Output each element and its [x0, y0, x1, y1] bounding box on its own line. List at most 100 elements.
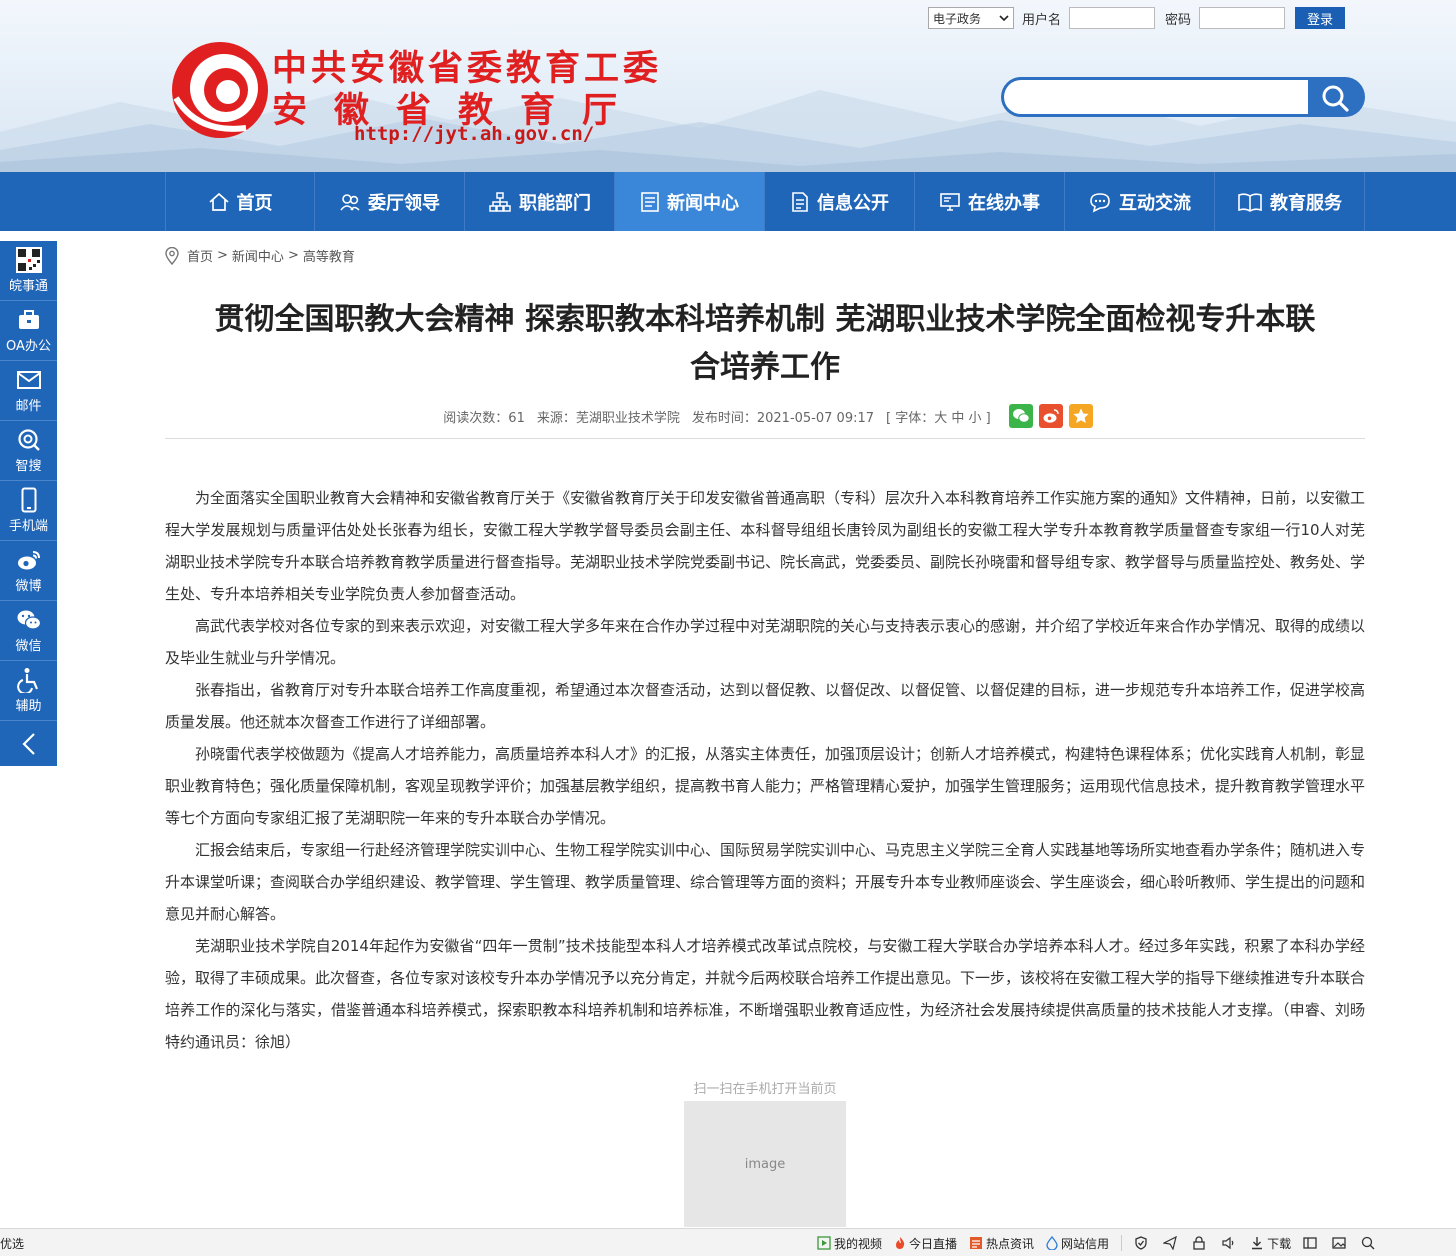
breadcrumb-news-center[interactable]: 新闻中心	[232, 246, 284, 265]
image-icon	[1332, 1237, 1346, 1249]
chevron-left-icon	[21, 732, 35, 755]
video-icon	[817, 1236, 831, 1250]
sidebar-item-weibo[interactable]: 微博	[0, 541, 57, 601]
wechat-icon	[16, 607, 42, 633]
search-icon[interactable]	[1320, 83, 1350, 113]
nav-item-interaction[interactable]: 互动交流	[1065, 172, 1215, 231]
zoom-icon	[1361, 1236, 1375, 1250]
book-icon	[1238, 192, 1262, 212]
sidebar-item-smart-search[interactable]: 智搜	[0, 421, 57, 481]
main-nav: 首页 委厅领导 职能部门 新闻中心 信息公开 在线办事 互动交流 教育服务	[0, 172, 1456, 231]
login-button[interactable]: 登录	[1295, 7, 1346, 29]
status-download[interactable]: 下载	[1250, 1235, 1291, 1252]
location-pin-icon	[165, 246, 179, 265]
password-label: 密码	[1165, 12, 1192, 28]
site-search	[1001, 77, 1365, 117]
nav-item-online-services[interactable]: 在线办事	[915, 172, 1065, 231]
download-icon	[1252, 1237, 1263, 1250]
status-layout[interactable]	[1303, 1236, 1320, 1250]
status-browser-tool[interactable]	[1163, 1236, 1180, 1250]
status-my-videos[interactable]: 我的视频	[817, 1235, 882, 1252]
leaders-icon	[340, 193, 360, 211]
article-title: 贯彻全国职教大会精神 探索职教本科培养机制 芜湖职业技术学院全面检视专升本联 合…	[214, 302, 1316, 385]
monitor-icon	[940, 192, 960, 211]
status-hot-news[interactable]: 热点资讯	[969, 1235, 1034, 1252]
sidebar-item-mobile[interactable]: 手机端	[0, 481, 57, 541]
article-paragraph: 汇报会结束后，专家组一行赴经济管理学院实训中心、生物工程学院实训中心、国际贸易学…	[165, 841, 1366, 923]
logo-emblem-icon	[172, 42, 268, 138]
layout-icon	[1303, 1237, 1317, 1249]
article-body: 为全面落实全国职业教育大会精神和安徽省教育厅关于《安徽省教育厅关于印发安徽省普通…	[165, 482, 1365, 1058]
title-divider	[165, 438, 1365, 439]
share-wechat-icon[interactable]	[1008, 404, 1033, 428]
news-icon	[641, 191, 659, 212]
password-input[interactable]	[1199, 7, 1286, 29]
flame-icon	[896, 1237, 905, 1249]
paper-plane-icon	[1163, 1236, 1177, 1250]
site-header: 中共安徽省委教育工委 安徽省教育厅 http://jyt.ah.gov.cn/ …	[0, 0, 1456, 172]
document-icon	[792, 191, 808, 212]
publish-time: 发布时间：2021-05-07 09:17	[691, 410, 875, 426]
smart-search-icon	[17, 427, 41, 453]
chat-icon	[1090, 192, 1110, 212]
status-gallery[interactable]	[1332, 1236, 1349, 1250]
username-label: 用户名	[1022, 12, 1062, 28]
breadcrumb-higher-education[interactable]: 高等教育	[303, 246, 355, 265]
page-qr-code: image	[684, 1101, 846, 1227]
article-paragraph: 芜湖职业技术学院自2014年起作为安徽省“四年一贯制”技术技能型本科人才培养模式…	[165, 937, 1366, 1051]
font-size-controls[interactable]: [ 字体：大 中 小 ]	[886, 407, 991, 426]
nav-item-education-services[interactable]: 教育服务	[1215, 172, 1365, 231]
share-favorite-icon[interactable]	[1068, 404, 1093, 428]
chevron-down-icon	[999, 15, 1009, 22]
status-site-credit[interactable]: 网站信用	[1046, 1235, 1109, 1252]
sidebar-item-oa[interactable]: OA办公	[0, 301, 57, 361]
username-input[interactable]	[1069, 7, 1156, 29]
org-chart-icon	[489, 191, 511, 212]
search-input[interactable]	[1004, 80, 1308, 114]
briefcase-icon	[17, 307, 41, 333]
sidebar-item-wanshitong[interactable]: 皖事通	[0, 241, 57, 301]
qr-code-icon	[15, 247, 42, 273]
nav-item-home[interactable]: 首页	[165, 172, 315, 231]
qr-caption: 扫一扫在手机打开当前页	[693, 1082, 837, 1097]
drop-icon	[1046, 1236, 1058, 1250]
shield-icon	[1135, 1236, 1147, 1250]
share-weibo-icon[interactable]	[1038, 404, 1063, 428]
article-paragraph: 张春指出，省教育厅对专升本联合培养工作高度重视，希望通过本次督查活动，达到以督促…	[165, 681, 1366, 731]
nav-item-departments[interactable]: 职能部门	[465, 172, 615, 231]
sidebar-item-accessibility[interactable]: 辅助	[0, 661, 57, 721]
status-live[interactable]: 今日直播	[894, 1235, 957, 1252]
status-lock[interactable]	[1192, 1236, 1209, 1250]
speaker-icon	[1222, 1236, 1234, 1250]
floating-sidebar: 皖事通 OA办公 邮件 智搜 手机端 微博 微信 辅助	[0, 241, 57, 766]
article-source: 来源：芜湖职业技术学院	[536, 410, 680, 426]
article-paragraph: 为全面落实全国职业教育大会精神和安徽省教育厅关于《安徽省教育厅关于印发安徽省普通…	[165, 489, 1366, 603]
breadcrumb-home[interactable]: 首页	[187, 246, 213, 265]
browser-status-bar: 优选 我的视频 今日直播 热点资讯 网站信用 下载	[0, 1228, 1456, 1256]
status-zoom[interactable]	[1361, 1236, 1378, 1250]
share-buttons	[1003, 404, 1093, 428]
article-paragraph: 孙晓雷代表学校做题为《提高人才培养能力，高质量培养本科人才》的汇报，从落实主体责…	[165, 745, 1366, 827]
sidebar-item-wechat[interactable]: 微信	[0, 601, 57, 661]
home-icon	[208, 192, 229, 211]
nav-item-news[interactable]: 新闻中心	[615, 172, 765, 231]
site-url: http://jyt.ah.gov.cn/	[354, 123, 595, 145]
sidebar-collapse-button[interactable]	[0, 721, 57, 766]
mail-icon	[16, 367, 41, 393]
read-count: 阅读次数：61	[443, 410, 525, 426]
breadcrumb: 首页 > 新闻中心 > 高等教育	[165, 246, 355, 265]
status-shield[interactable]	[1134, 1236, 1151, 1250]
login-bar: 电子政务 用户名 密码 登录	[928, 7, 1346, 29]
lock-icon	[1193, 1236, 1205, 1250]
status-sound[interactable]	[1221, 1236, 1238, 1250]
accessibility-icon	[16, 667, 41, 693]
weibo-icon	[16, 547, 42, 573]
article-meta: 阅读次数：61 来源：芜湖职业技术学院 发布时间：2021-05-07 09:1…	[165, 404, 1365, 428]
status-left-text: 优选	[0, 1237, 25, 1251]
sidebar-item-mail[interactable]: 邮件	[0, 361, 57, 421]
nav-item-info-disclosure[interactable]: 信息公开	[765, 172, 915, 231]
system-select[interactable]: 电子政务	[928, 7, 1014, 29]
news-grid-icon	[970, 1237, 983, 1249]
article-paragraph: 高武代表学校对各位专家的到来表示欢迎，对安徽工程大学多年来在合作办学过程中对芜湖…	[165, 617, 1366, 667]
nav-item-leaders[interactable]: 委厅领导	[315, 172, 465, 231]
